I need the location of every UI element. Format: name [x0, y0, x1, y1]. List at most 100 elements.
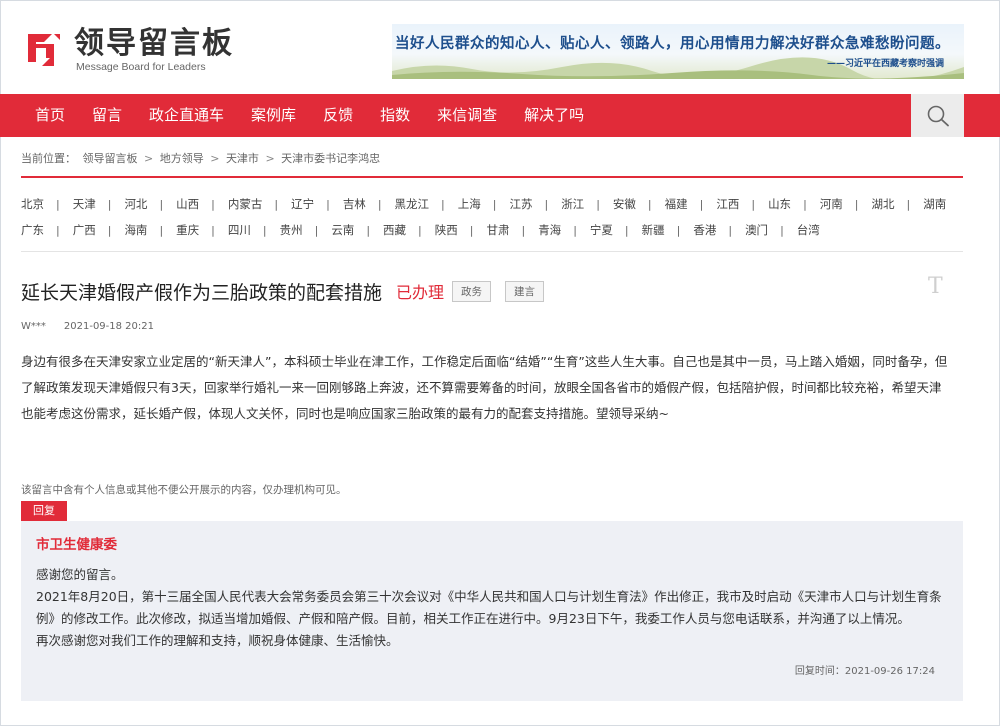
region-link[interactable]: 河南 — [820, 196, 843, 212]
region-separator: | — [377, 197, 382, 211]
region-link[interactable]: 湖南 — [923, 196, 946, 212]
site-logo[interactable]: 领导留言板 Message Board for Leaders — [22, 26, 232, 76]
region-separator: | — [906, 197, 911, 211]
nav-item-feedback[interactable]: 反馈 — [310, 94, 367, 137]
logo-title: 领导留言板 — [74, 26, 234, 61]
breadcrumb-item[interactable]: 天津市委书记李鸿忠 — [281, 152, 380, 165]
region-link[interactable]: 山东 — [768, 196, 791, 212]
article-title: 延长天津婚假产假作为三胎政策的配套措施 — [21, 281, 383, 304]
nav-item-survey[interactable]: 来信调查 — [424, 94, 511, 137]
region-link[interactable]: 黑龙江 — [395, 196, 430, 212]
region-link[interactable]: 四川 — [228, 222, 251, 238]
search-icon — [927, 105, 949, 127]
region-link[interactable]: 海南 — [124, 222, 147, 238]
nav-item-index[interactable]: 指数 — [367, 94, 424, 137]
breadcrumb-item[interactable]: 地方领导 — [160, 152, 204, 165]
region-separator: | — [56, 197, 60, 211]
region-separator: | — [418, 223, 422, 237]
region-link[interactable]: 甘肃 — [486, 222, 509, 238]
site-header: 领导留言板 Message Board for Leaders 当好人民群众的知… — [0, 0, 1000, 94]
region-link[interactable]: 吉林 — [343, 196, 366, 212]
region-link[interactable]: 江西 — [716, 196, 739, 212]
region-link[interactable]: 广东 — [21, 222, 44, 238]
region-separator: | — [699, 197, 704, 211]
region-link[interactable]: 河北 — [124, 196, 147, 212]
breadcrumb-separator: > — [265, 152, 275, 165]
region-link[interactable]: 广西 — [73, 222, 96, 238]
article-date: 2021-09-18 20:21 — [63, 321, 155, 332]
region-link[interactable]: 辽宁 — [291, 196, 314, 212]
region-link[interactable]: 安徽 — [613, 196, 636, 212]
breadcrumb-divider — [21, 176, 963, 178]
reply-organization: 市卫生健康委 — [36, 537, 117, 553]
region-separator: | — [803, 197, 807, 211]
region-link[interactable]: 新疆 — [642, 222, 665, 238]
search-button[interactable] — [911, 94, 964, 137]
region-link[interactable]: 台湾 — [797, 222, 820, 238]
region-separator: | — [211, 223, 215, 237]
region-link[interactable]: 香港 — [693, 222, 716, 238]
region-separator: | — [274, 197, 279, 211]
region-separator: | — [624, 223, 629, 237]
region-link[interactable]: 内蒙古 — [228, 196, 263, 212]
region-separator: | — [366, 223, 371, 237]
region-link[interactable]: 山西 — [176, 196, 199, 212]
nav-items: 首页 留言 政企直通车 案例库 反馈 指数 来信调查 解决了吗 — [22, 94, 598, 137]
region-separator: | — [326, 197, 330, 211]
reply-time-label: 回复时间： — [794, 666, 845, 677]
region-list-divider — [21, 251, 963, 252]
region-link[interactable]: 福建 — [665, 196, 688, 212]
region-separator: | — [521, 223, 526, 237]
region-link[interactable]: 江苏 — [509, 196, 532, 212]
region-link[interactable]: 云南 — [331, 222, 354, 238]
region-separator: | — [596, 197, 600, 211]
region-separator: | — [159, 223, 164, 237]
region-separator: | — [262, 223, 267, 237]
region-link[interactable]: 湖北 — [872, 196, 895, 212]
region-separator: | — [647, 197, 652, 211]
region-separator: | — [751, 197, 756, 211]
main-nav: 首页 留言 政企直通车 案例库 反馈 指数 来信调查 解决了吗 — [0, 94, 1000, 137]
nav-item-home[interactable]: 首页 — [22, 94, 79, 137]
region-link[interactable]: 上海 — [458, 196, 481, 212]
nav-item-message[interactable]: 留言 — [79, 94, 136, 137]
region-separator: | — [544, 197, 549, 211]
reply-time: 回复时间：2021-09-26 17:24 — [795, 662, 935, 677]
region-separator: | — [469, 223, 474, 237]
nav-item-solved[interactable]: 解决了吗 — [511, 94, 598, 137]
region-link[interactable]: 西藏 — [383, 222, 406, 238]
region-link[interactable]: 重庆 — [176, 222, 199, 238]
logo-mark-icon — [28, 34, 60, 66]
region-link[interactable]: 青海 — [538, 222, 561, 238]
region-separator: | — [780, 223, 784, 237]
breadcrumb-item[interactable]: 天津市 — [226, 152, 259, 165]
region-separator: | — [159, 197, 164, 211]
article-content: 身边有很多在天津安家立业定居的“新天津人”，本科硕士毕业在津工作，工作稳定后面临… — [21, 354, 948, 421]
font-size-toggle[interactable]: T — [928, 274, 943, 299]
region-separator: | — [107, 223, 112, 237]
banner-quote: 当好人民群众的知心人、贴心人、领路人，用心用情用力解决好群众急难愁盼问题。 — [395, 36, 950, 52]
logo-subtitle: Message Board for Leaders — [76, 61, 206, 73]
region-separator: | — [56, 223, 60, 237]
reply-paragraph: 2021年8月20日，第十三届全国人民代表大会常务委员会第三十次会议对《中华人民… — [36, 589, 942, 626]
region-link[interactable]: 陕西 — [435, 222, 458, 238]
reply-paragraph: 再次感谢您对我们工作的理解和支持，顺祝身体健康、生活愉快。 — [36, 633, 399, 648]
breadcrumb-separator: > — [144, 152, 154, 165]
region-link[interactable]: 贵州 — [280, 222, 303, 238]
nav-item-enterprise[interactable]: 政企直通车 — [136, 94, 238, 137]
region-link[interactable]: 澳门 — [745, 222, 768, 238]
region-row: 北京 | 天津 | 河北 | 山西 | 内蒙古 | 辽宁 | 吉林 | 黑龙江 | 上海 | 江苏 | 浙江 | 安徽 | 福建… — [21, 191, 963, 217]
region-link[interactable]: 天津 — [73, 196, 96, 212]
region-separator: | — [854, 197, 859, 211]
slogan-banner: 当好人民群众的知心人、贴心人、领路人，用心用情用力解决好群众急难愁盼问题。 ——… — [392, 24, 964, 79]
region-link[interactable]: 北京 — [21, 196, 44, 212]
nav-item-cases[interactable]: 案例库 — [238, 94, 310, 137]
region-link[interactable]: 宁夏 — [590, 222, 613, 238]
article-meta: W*** 2021-09-18 20:21 — [21, 321, 154, 332]
article-author: W*** — [21, 321, 46, 332]
article-title-row: 延长天津婚假产假作为三胎政策的配套措施 已办理 政务 建言 — [21, 278, 545, 304]
type-tag: 建言 — [505, 280, 545, 302]
region-link[interactable]: 浙江 — [561, 196, 584, 212]
breadcrumb-item[interactable]: 领导留言板 — [83, 152, 138, 165]
reply-badge: 回复 — [21, 501, 67, 521]
